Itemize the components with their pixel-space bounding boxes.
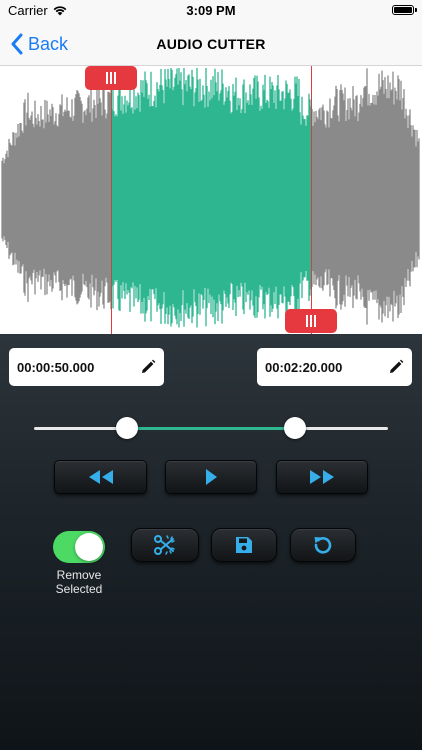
waveform <box>1 68 420 328</box>
floppy-disk-icon <box>236 537 252 553</box>
start-time-value: 00:00:50.000 <box>17 359 95 375</box>
slider-start-thumb[interactable] <box>116 417 139 439</box>
slider-selected-range <box>127 427 295 430</box>
start-time-field[interactable]: 00:00:50.000 <box>9 348 164 386</box>
remove-selected-toggle[interactable] <box>53 531 105 563</box>
play-icon <box>206 469 217 485</box>
page-title: AUDIO CUTTER <box>156 36 266 52</box>
end-handle[interactable] <box>285 309 337 333</box>
slider-end-thumb[interactable] <box>283 417 306 439</box>
waveform-view[interactable] <box>0 66 422 334</box>
undo-icon <box>314 537 332 554</box>
reset-button[interactable] <box>290 528 356 562</box>
toggle-knob <box>75 533 103 561</box>
scissors-icon <box>154 535 175 555</box>
pencil-icon[interactable] <box>388 359 404 375</box>
save-button[interactable] <box>211 528 277 562</box>
play-button[interactable] <box>165 460 257 494</box>
rewind-icon <box>88 470 113 484</box>
end-time-value: 00:02:20.000 <box>265 359 343 375</box>
fast-forward-button[interactable] <box>276 460 368 494</box>
range-slider[interactable] <box>34 417 388 439</box>
rewind-button[interactable] <box>54 460 147 494</box>
battery-icon <box>392 5 417 15</box>
fast-forward-icon <box>310 470 334 484</box>
start-marker-line <box>111 66 112 334</box>
remove-selected-label: Remove Selected <box>55 568 103 596</box>
start-handle[interactable] <box>85 66 137 90</box>
pencil-icon[interactable] <box>140 359 156 375</box>
cut-button[interactable] <box>131 528 199 562</box>
status-bar: Carrier 3:09 PM <box>0 0 422 22</box>
control-panel: 00:00:50.000 00:02:20.000 Remove Selecte… <box>0 334 422 750</box>
end-marker-line <box>311 66 312 334</box>
status-time: 3:09 PM <box>186 3 236 18</box>
navigation-bar: Back AUDIO CUTTER <box>0 22 422 66</box>
end-time-field[interactable]: 00:02:20.000 <box>257 348 412 386</box>
